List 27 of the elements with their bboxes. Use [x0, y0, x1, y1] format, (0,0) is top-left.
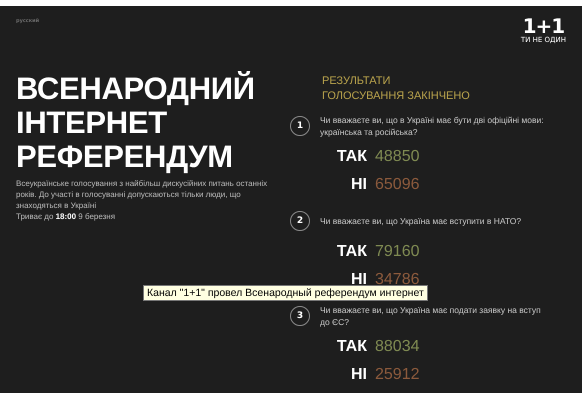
results-heading: ГОЛОСУВАННЯ ЗАКІНЧЕНО — [322, 89, 471, 104]
vote-count: 65096 — [375, 176, 420, 194]
deadline-text: Триває до 18:00 9 березня — [16, 211, 116, 222]
page-title: ІНТЕРНЕТ — [16, 106, 167, 140]
answer-label: ТАК — [336, 338, 367, 356]
answer-label: НІ — [351, 366, 367, 384]
page-title: ВСЕНАРОДНИЙ — [16, 72, 256, 106]
vote-count: 34786 — [375, 271, 420, 288]
question-text: Чи вважаєте ви, що в Україні має бути дві офіційні мови: українська та російська? — [320, 114, 545, 138]
question-text: Чи вважаєте ви, що Україна має подати заявку на вступ до ЄС? — [320, 304, 542, 328]
description-text: Всеукраїнське голосування з найбільш дискусійних питань останніх років. До участі в голосуванні допускаються тільки люди, що знаходяться в Україні — [16, 178, 268, 211]
question-text: Чи вважаєте ви, що Україна має вступити в НАТО? — [320, 215, 522, 227]
number-badge: 2 — [290, 211, 310, 231]
vote-count: 25912 — [375, 366, 420, 384]
vote-count: 88034 — [375, 338, 420, 356]
answer-label: ТАК — [336, 243, 367, 261]
page-title: РЕФЕРЕНДУМ — [16, 140, 234, 174]
number-badge: 3 — [290, 306, 310, 326]
logo-mark: 1+1 — [522, 16, 564, 36]
answer-label: НІ — [351, 176, 367, 194]
tooltip: Канал "1+1" провел Всенародный референдум интернет — [143, 285, 428, 301]
number-badge: 1 — [290, 116, 310, 136]
answer-label: НІ — [351, 271, 367, 288]
vote-count: 48850 — [375, 148, 420, 166]
vote-count: 79160 — [375, 243, 420, 261]
results-heading: РЕЗУЛЬТАТИ — [322, 74, 392, 89]
answer-label: ТАК — [336, 148, 367, 166]
